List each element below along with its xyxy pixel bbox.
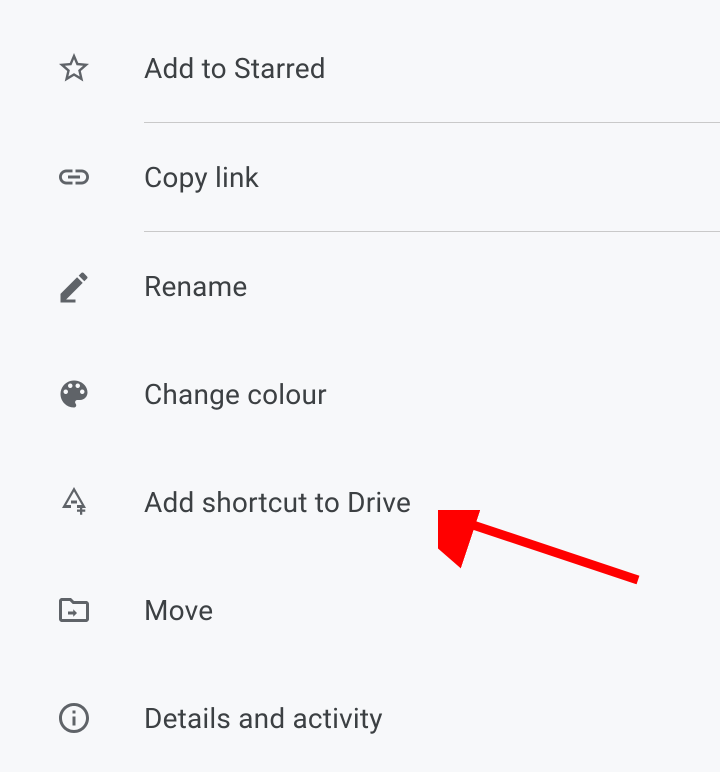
menu-item-label: Change colour <box>144 378 327 411</box>
shortcut-icon <box>56 484 92 520</box>
menu-item-rename[interactable]: Rename <box>0 232 720 340</box>
palette-icon <box>56 376 92 412</box>
menu-item-move[interactable]: Move <box>0 556 720 664</box>
folder-move-icon <box>56 592 92 628</box>
pencil-icon <box>56 268 92 304</box>
info-icon <box>56 700 92 736</box>
menu-item-label: Rename <box>144 270 247 303</box>
menu-item-label: Copy link <box>144 161 259 194</box>
menu-item-label: Details and activity <box>144 702 383 735</box>
menu-item-label: Add shortcut to Drive <box>144 486 411 519</box>
menu-item-change-colour[interactable]: Change colour <box>0 340 720 448</box>
menu-item-label: Move <box>144 594 213 627</box>
menu-item-details-activity[interactable]: Details and activity <box>0 664 720 772</box>
context-menu: Add to Starred Copy link Rename Change c… <box>0 0 720 772</box>
menu-item-add-to-starred[interactable]: Add to Starred <box>0 14 720 122</box>
menu-item-copy-link[interactable]: Copy link <box>0 123 720 231</box>
star-icon <box>56 50 92 86</box>
menu-item-add-shortcut[interactable]: Add shortcut to Drive <box>0 448 720 556</box>
link-icon <box>56 159 92 195</box>
menu-item-label: Add to Starred <box>144 52 326 85</box>
